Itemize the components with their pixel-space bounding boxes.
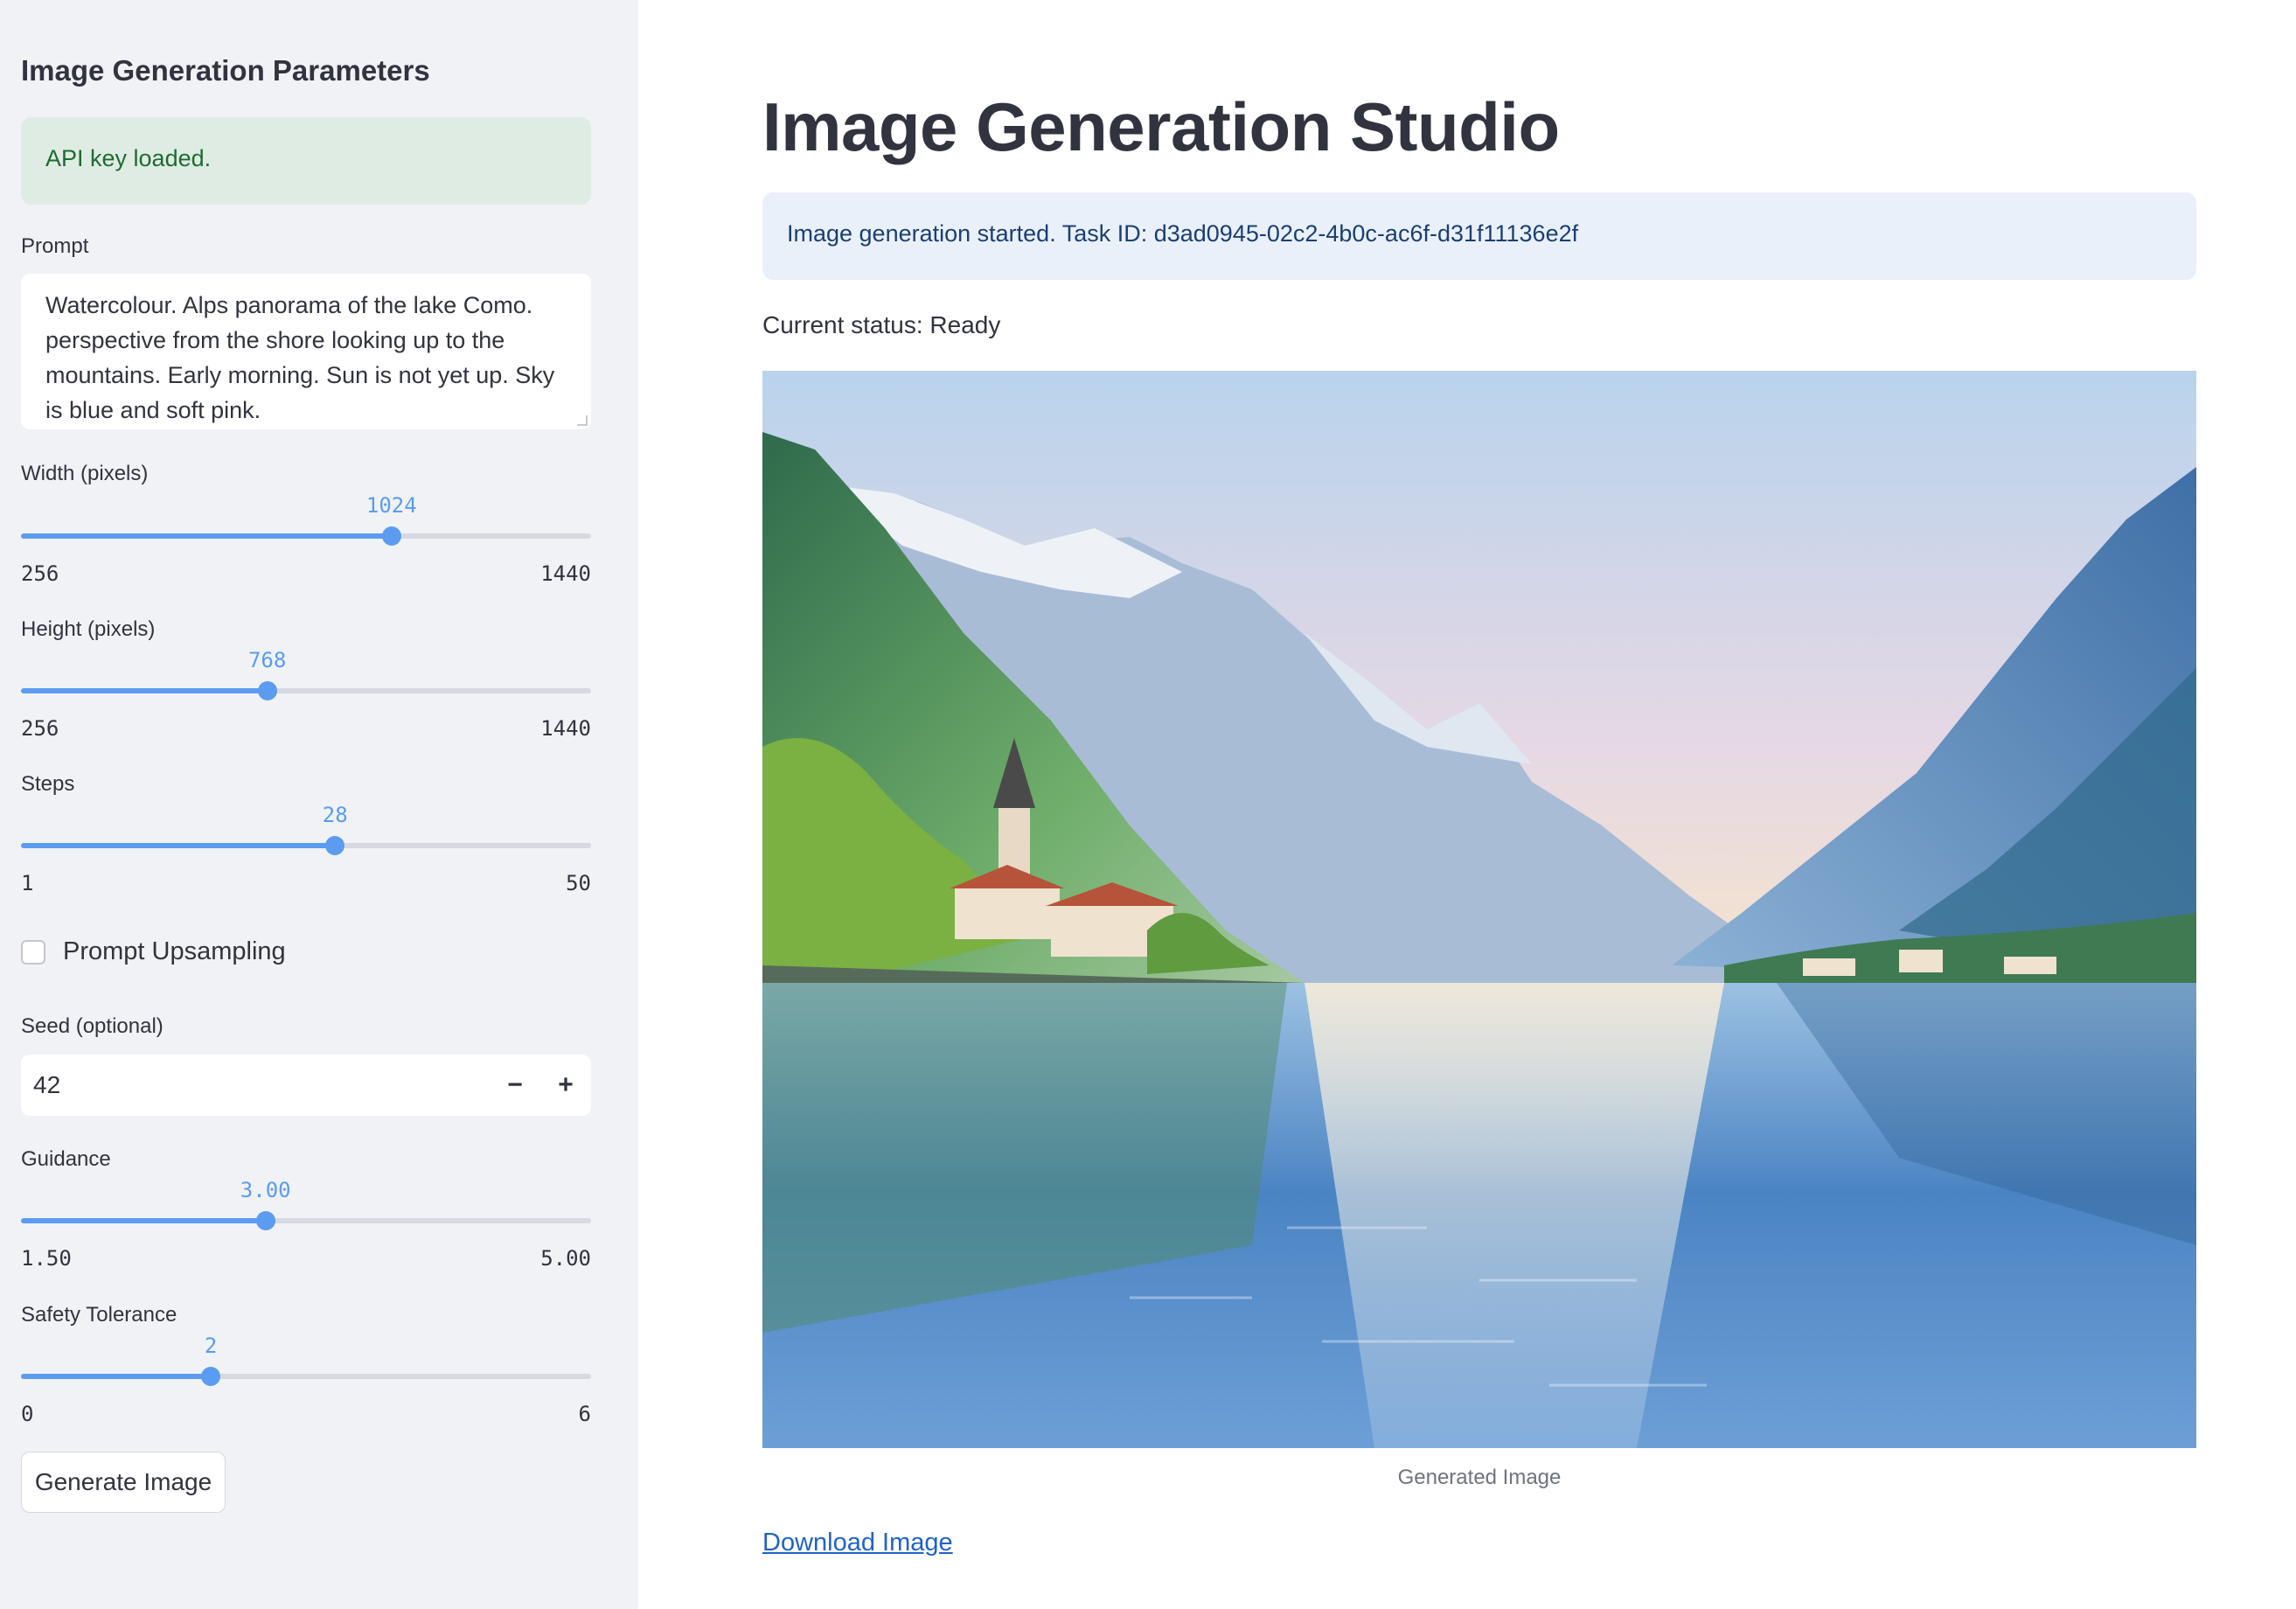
sidebar: Image Generation Parameters API key load… <box>0 0 638 1609</box>
safety-tolerance-label: Safety Tolerance <box>21 1303 177 1327</box>
generate-image-button[interactable]: Generate Image <box>21 1452 226 1513</box>
prompt-label: Prompt <box>21 234 89 258</box>
slider-max: 6 <box>578 1402 591 1426</box>
seed-label: Seed (optional) <box>21 1014 164 1038</box>
slider-max: 1440 <box>540 561 591 586</box>
slider-fill <box>21 1218 266 1223</box>
slider-thumb[interactable] <box>381 526 401 546</box>
seed-increment-button[interactable]: + <box>540 1055 591 1116</box>
slider-value: 3.00 <box>240 1178 291 1202</box>
slider-fill <box>21 1374 212 1379</box>
height-slider[interactable]: 768 256 1440 <box>21 648 591 741</box>
prompt-textarea[interactable]: Watercolour. Alps panorama of the lake C… <box>21 274 591 429</box>
slider-fill <box>21 843 336 848</box>
slider-min: 1 <box>21 871 34 895</box>
slider-thumb[interactable] <box>201 1367 221 1386</box>
slider-max: 50 <box>566 871 591 895</box>
prompt-upsampling-row[interactable]: Prompt Upsampling <box>21 937 286 966</box>
slider-value: 1024 <box>365 493 417 518</box>
safety-tolerance-slider[interactable]: 2 0 6 <box>21 1334 591 1426</box>
slider-value: 2 <box>204 1334 218 1358</box>
seed-decrement-button[interactable]: − <box>490 1055 540 1116</box>
height-label: Height (pixels) <box>21 617 156 641</box>
slider-thumb[interactable] <box>325 836 345 855</box>
sidebar-title: Image Generation Parameters <box>21 54 430 87</box>
api-status-alert: API key loaded. <box>21 117 591 205</box>
slider-thumb[interactable] <box>255 1211 275 1230</box>
slider-value: 28 <box>322 803 348 827</box>
slider-min: 0 <box>21 1402 34 1426</box>
slider-min: 256 <box>21 561 59 586</box>
resize-grip-icon[interactable] <box>577 415 588 426</box>
slider-max: 1440 <box>540 716 591 741</box>
slider-min: 1.50 <box>21 1246 72 1271</box>
width-slider[interactable]: 1024 256 1440 <box>21 493 591 586</box>
download-image-link[interactable]: Download Image <box>762 1529 953 1557</box>
slider-max: 5.00 <box>540 1246 591 1271</box>
prompt-text: Watercolour. Alps panorama of the lake C… <box>45 292 555 423</box>
page-title: Image Generation Studio <box>762 88 1560 165</box>
slider-thumb[interactable] <box>257 681 277 700</box>
steps-label: Steps <box>21 772 75 796</box>
slider-fill <box>21 688 268 693</box>
image-caption: Generated Image <box>1397 1466 1562 1489</box>
guidance-slider[interactable]: 3.00 1.50 5.00 <box>21 1178 591 1271</box>
info-alert: Image generation started. Task ID: d3ad0… <box>762 192 2196 280</box>
guidance-label: Guidance <box>21 1147 111 1171</box>
steps-slider[interactable]: 28 1 50 <box>21 803 591 895</box>
width-label: Width (pixels) <box>21 462 149 485</box>
status-text: Current status: Ready <box>762 311 1001 338</box>
slider-fill <box>21 533 392 539</box>
prompt-upsampling-label[interactable]: Prompt Upsampling <box>63 937 286 966</box>
prompt-upsampling-checkbox[interactable] <box>21 939 45 965</box>
slider-value: 768 <box>247 648 287 672</box>
generated-image <box>762 371 2196 1448</box>
slider-min: 256 <box>21 716 59 741</box>
seed-input[interactable]: 42 − + <box>21 1055 591 1116</box>
seed-value[interactable]: 42 <box>21 1071 490 1099</box>
